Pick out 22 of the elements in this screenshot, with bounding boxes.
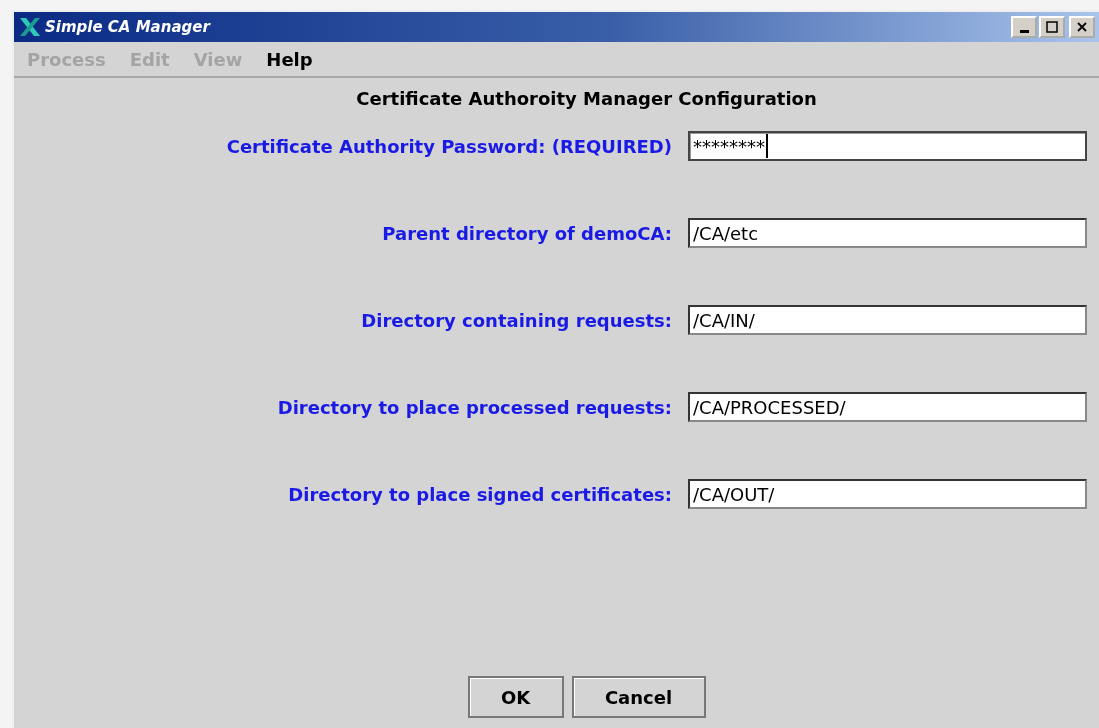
dialog-button[interactable]: OK (467, 676, 564, 718)
minimize-button[interactable] (1011, 16, 1037, 38)
dialog-button[interactable]: Cancel (571, 676, 706, 718)
window-title: Simple CA Manager (45, 18, 210, 36)
x-logo-icon (18, 17, 42, 37)
field-label: Directory to place processed requests: (276, 396, 673, 418)
input-field[interactable]: /CA/OUT/ (688, 479, 1087, 509)
field-label: Directory to place signed certificates: (287, 483, 673, 505)
menu-item[interactable]: Help (266, 48, 313, 70)
close-icon (1076, 21, 1088, 33)
field-label: Certificate Authority Password: (REQUIRED) (225, 135, 673, 157)
minimize-icon (1019, 30, 1029, 33)
form-heading: Certificate Authoroity Manager Configuration (355, 88, 818, 109)
input-field[interactable]: /CA/IN/ (688, 305, 1087, 335)
field-label: Directory containing requests: (360, 309, 673, 331)
input-field[interactable]: /CA/PROCESSED/ (688, 392, 1087, 422)
maximize-icon (1046, 21, 1058, 33)
close-button[interactable] (1069, 16, 1095, 38)
input-field[interactable]: /CA/etc (688, 218, 1087, 248)
maximize-button[interactable] (1039, 16, 1065, 38)
input-field[interactable]: ******** (688, 131, 1087, 161)
field-label: Parent directory of demoCA: (381, 222, 673, 244)
